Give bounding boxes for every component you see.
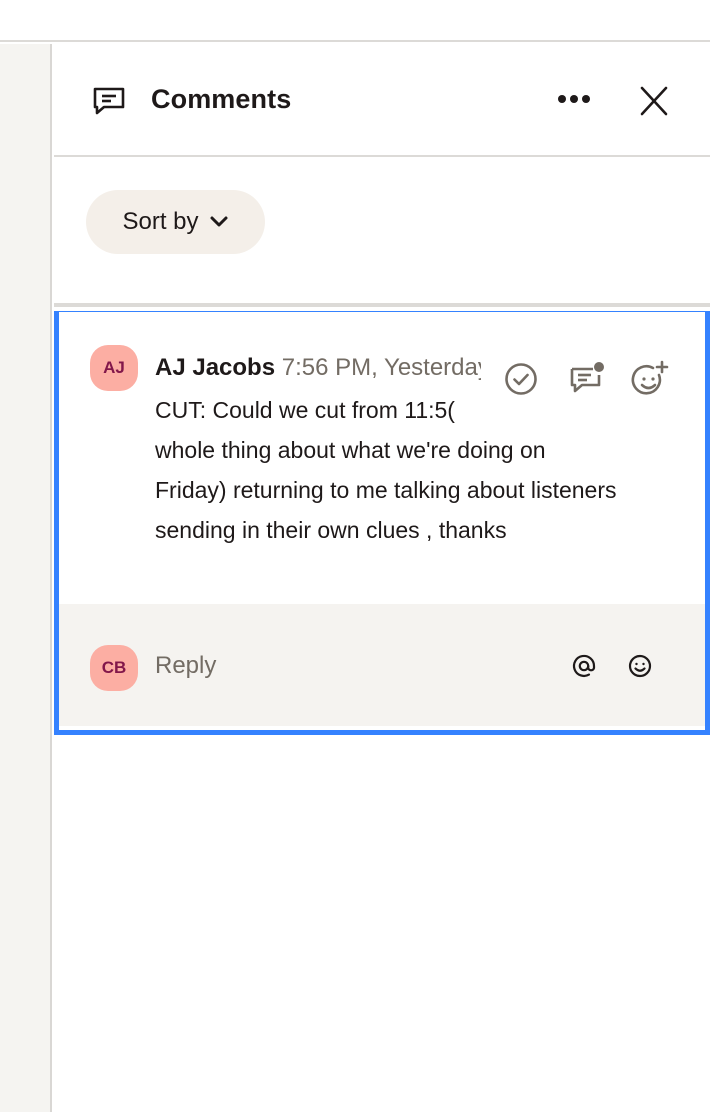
avatar: CB — [90, 645, 138, 691]
comment-thread[interactable]: AJ AJ Jacobs 7:56 PM, Yesterday CUT: Cou… — [54, 303, 710, 735]
document-area-edge — [0, 44, 52, 1112]
chevron-down-icon — [209, 215, 229, 229]
emoji-button[interactable] — [627, 653, 653, 679]
more-options-button[interactable] — [554, 88, 594, 112]
comment-meta: AJ Jacobs 7:56 PM, Yesterday — [155, 354, 481, 382]
comment-text-line: Friday) returning to me talking about li… — [155, 477, 617, 503]
comment-text-line: sending in their own clues , thanks — [155, 517, 507, 543]
comment-text-line: whole thing about what we're doing on — [155, 437, 546, 463]
close-button[interactable] — [636, 84, 672, 118]
mention-button[interactable] — [571, 653, 597, 679]
add-reaction-button[interactable] — [631, 359, 671, 399]
avatar-initials: AJ — [103, 358, 125, 377]
reply-input[interactable] — [155, 646, 535, 686]
avatar-initials: CB — [101, 658, 127, 677]
more-horizontal-icon — [557, 91, 591, 109]
at-sign-icon — [571, 654, 597, 683]
comment-actions — [489, 357, 689, 423]
emoji-add-icon — [631, 360, 671, 403]
comment-timestamp: 7:56 PM, Yesterday — [281, 354, 481, 381]
panel-title: Comments — [151, 84, 292, 114]
sort-by-label: Sort by — [122, 208, 199, 235]
resolve-button[interactable] — [503, 361, 543, 401]
comment-icon — [92, 86, 126, 116]
comments-panel: Comments Sort by AJ AJ Jacobs 7:56 PM, Y… — [54, 44, 710, 1112]
close-icon — [636, 86, 672, 122]
comment-reply-icon — [567, 362, 607, 401]
avatar: AJ — [90, 345, 138, 391]
comment[interactable]: AJ AJ Jacobs 7:56 PM, Yesterday CUT: Cou… — [59, 312, 705, 604]
emoji-icon — [627, 654, 653, 683]
comment-author: AJ Jacobs — [155, 354, 276, 381]
reply-composer: CB — [59, 604, 705, 726]
sort-by-button[interactable]: Sort by — [86, 190, 265, 254]
top-bar — [0, 0, 710, 42]
reply-button[interactable] — [567, 359, 607, 399]
panel-header: Comments — [54, 44, 710, 157]
check-circle-icon — [503, 363, 539, 401]
